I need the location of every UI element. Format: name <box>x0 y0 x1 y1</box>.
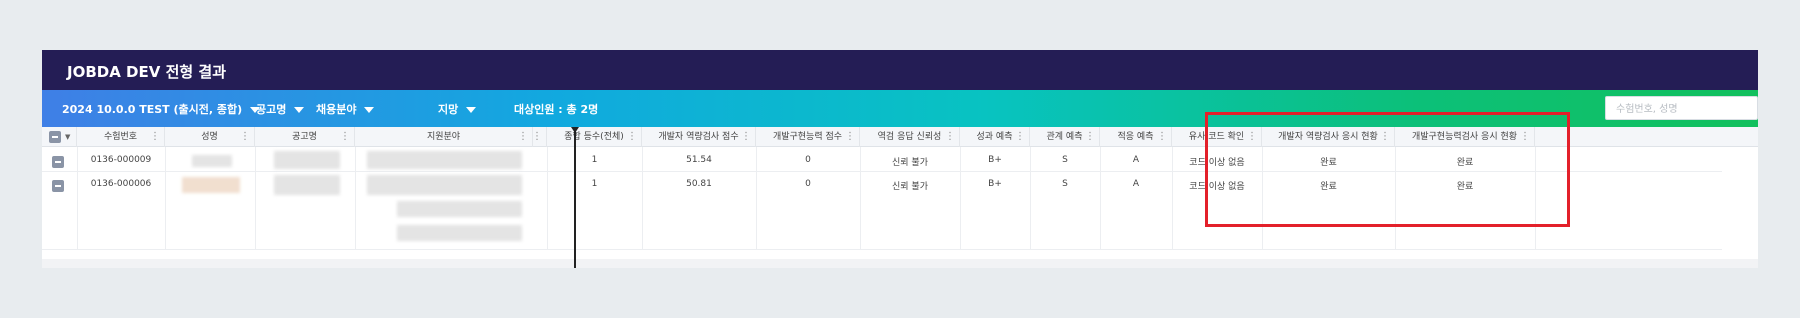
minus-checkbox-icon[interactable] <box>49 131 61 143</box>
col-header-name[interactable]: 성명 ⋮ <box>165 127 255 147</box>
kebab-menu-icon[interactable]: ⋮ <box>1157 127 1167 147</box>
posting-select[interactable]: 공고명 <box>256 101 305 117</box>
col-header-adaptation[interactable]: 적응 예측 ⋮ <box>1100 127 1172 147</box>
cell-performance: B+ <box>988 179 1002 189</box>
kebab-menu-icon[interactable]: ⋮ <box>945 127 955 147</box>
col-divider <box>355 147 356 249</box>
kebab-menu-icon[interactable]: ⋮ <box>1015 127 1025 147</box>
col-header-reliability[interactable]: 역검 응답 신뢰성 ⋮ <box>860 127 960 147</box>
col-header-rank[interactable]: 종합 등수(전체) ⋮ <box>547 127 642 147</box>
select-all-header[interactable]: ▼ <box>42 127 77 147</box>
kebab-menu-icon[interactable]: ⋮ <box>627 127 637 147</box>
kebab-menu-icon[interactable]: ⋮ <box>340 127 350 147</box>
preference-select-label: 지망 <box>438 103 459 116</box>
cell-adaptation: A <box>1132 179 1140 189</box>
page-title: JOBDA DEV 전형 결과 <box>67 63 226 81</box>
blurred-posting <box>274 151 340 169</box>
minus-checkbox-icon[interactable] <box>52 156 64 168</box>
blurred-name <box>182 177 240 193</box>
minus-checkbox-icon[interactable] <box>52 180 64 192</box>
blurred-field <box>367 151 522 169</box>
col-label: 성명 <box>201 132 218 142</box>
blurred-field <box>397 201 522 217</box>
search-box[interactable] <box>1605 96 1758 120</box>
sort-caret-icon: ▼ <box>65 133 71 141</box>
kebab-menu-icon[interactable]: ⋮ <box>845 127 855 147</box>
kebab-menu-icon[interactable]: ⋮ <box>1085 127 1095 147</box>
blurred-field <box>397 225 522 241</box>
col-header-spacer: ⋮ <box>532 127 547 147</box>
row-divider <box>42 249 1722 250</box>
results-panel: JOBDA DEV 전형 결과 2024 10.0.0 TEST (출시전, 종… <box>42 50 1758 268</box>
category-select[interactable]: 채용분야 <box>316 101 375 117</box>
col-label: 성과 예측 <box>976 132 1013 142</box>
col-label: 적응 예측 <box>1117 132 1154 142</box>
cell-rank: 1 <box>591 155 598 165</box>
exam-select[interactable]: 2024 10.0.0 TEST (출시전, 종합) <box>62 101 261 117</box>
preference-select[interactable]: 지망 <box>438 101 477 117</box>
kebab-menu-icon[interactable]: ⋮ <box>240 127 250 147</box>
search-input[interactable] <box>1614 103 1758 116</box>
cell-rank: 1 <box>591 179 598 189</box>
col-divider <box>165 147 166 249</box>
cell-relation: S <box>1062 179 1068 189</box>
col-label: 관계 예측 <box>1046 132 1083 142</box>
category-select-label: 채용분야 <box>316 103 357 116</box>
target-count: 대상인원 : 총 2명 <box>514 103 599 116</box>
kebab-menu-icon[interactable]: ⋮ <box>532 127 542 147</box>
col-header-id[interactable]: 수험번호 ⋮ <box>77 127 165 147</box>
col-divider <box>255 147 256 249</box>
kebab-menu-icon[interactable]: ⋮ <box>518 127 528 147</box>
exam-select-label: 2024 10.0.0 TEST (출시전, 종합) <box>62 103 243 116</box>
col-label: 개발구현능력 점수 <box>772 132 843 142</box>
cell-impl-score: 0 <box>805 179 811 189</box>
frozen-column-divider[interactable] <box>571 127 579 268</box>
posting-select-label: 공고명 <box>256 103 287 116</box>
caret-down-icon <box>466 107 477 113</box>
cell-impl-score: 0 <box>805 155 811 165</box>
col-header-posting[interactable]: 공고명 ⋮ <box>255 127 355 147</box>
caret-down-icon <box>364 107 375 113</box>
cell-reliability: 신뢰 불가 <box>892 182 928 192</box>
blurred-posting <box>274 175 340 195</box>
cell-dev-score: 51.54 <box>686 155 712 165</box>
col-header-dev-score[interactable]: 개발자 역량검사 점수 ⋮ <box>642 127 756 147</box>
highlight-box <box>1205 112 1570 227</box>
kebab-menu-icon[interactable]: ⋮ <box>741 127 751 147</box>
cell-reliability: 신뢰 불가 <box>892 158 928 168</box>
col-header-performance[interactable]: 성과 예측 ⋮ <box>960 127 1030 147</box>
col-label: 공고명 <box>292 132 317 142</box>
cell-id: 0136-000006 <box>90 179 152 189</box>
cell-dev-score: 50.81 <box>686 179 712 189</box>
col-label: 개발자 역량검사 점수 <box>658 132 739 142</box>
kebab-menu-icon[interactable]: ⋮ <box>150 127 160 147</box>
col-header-field[interactable]: 지원분야 ⋮ <box>355 127 533 147</box>
title-bar: JOBDA DEV 전형 결과 <box>42 50 1758 90</box>
blurred-field <box>367 175 522 195</box>
cell-id: 0136-000009 <box>90 155 152 165</box>
col-header-impl-score[interactable]: 개발구현능력 점수 ⋮ <box>756 127 860 147</box>
col-label: 역검 응답 신뢰성 <box>877 132 942 142</box>
col-header-relation[interactable]: 관계 예측 ⋮ <box>1030 127 1100 147</box>
col-label: 지원분야 <box>426 132 461 142</box>
horizontal-scrollbar[interactable] <box>42 259 1758 268</box>
blurred-name <box>192 155 232 167</box>
col-label: 수험번호 <box>103 132 138 142</box>
cell-performance: B+ <box>988 155 1002 165</box>
cell-adaptation: A <box>1132 155 1140 165</box>
cell-relation: S <box>1062 155 1068 165</box>
caret-down-icon <box>294 107 305 113</box>
